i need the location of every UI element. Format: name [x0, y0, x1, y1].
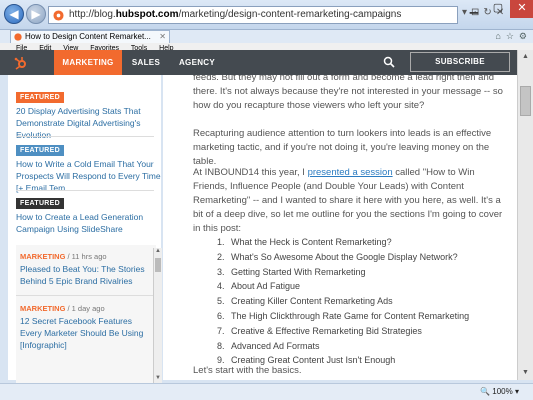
post-meta: MARKETING / 11 hrs ago — [20, 252, 152, 261]
browser-toolbar: ◀ ▶ http://blog.hubspot.com/marketing/de… — [0, 0, 533, 30]
article-body: feeds. But they may not fill out a form … — [163, 75, 517, 380]
featured-post-1[interactable]: FEATURED 20 Display Advertising Stats Th… — [16, 90, 161, 141]
url-domain: hubspot.com — [115, 9, 179, 20]
outline-text: Creating Killer Content Remarketing Ads — [231, 296, 393, 307]
outline-text: Creative & Effective Remarketing Bid Str… — [231, 325, 422, 336]
scroll-thumb[interactable] — [155, 258, 161, 272]
url-path: /marketing/design-content-remarketing-ca… — [178, 9, 402, 20]
outline-number: 2. — [217, 251, 225, 262]
presented-session-link[interactable]: presented a session — [308, 167, 393, 178]
close-tab-icon[interactable]: ✕ — [159, 31, 166, 43]
outline-item: 6. The High Clickthrough Rate Game for Co… — [217, 309, 507, 324]
outline-item: 1. What the Heck is Content Remarketing? — [217, 235, 507, 250]
outline-text: Advanced Ad Formats — [231, 340, 320, 351]
site-header: MARKETING SALES AGENCY SUBSCRIBE — [0, 50, 533, 75]
outline-item: 5. Creating Killer Content Remarketing Ad… — [217, 294, 507, 309]
recent-post-title[interactable]: Pleased to Beat You: The Stories Behind … — [20, 263, 150, 287]
minimize-button[interactable]: ▁ — [462, 0, 486, 18]
post-category[interactable]: MARKETING — [20, 304, 65, 313]
status-bar: 🔍 100% ▾ — [0, 383, 533, 400]
scroll-up-icon[interactable]: ▲ — [154, 248, 162, 256]
recent-post-2[interactable]: MARKETING / 1 day ago 12 Secret Facebook… — [16, 296, 156, 351]
post-meta: MARKETING / 1 day ago — [20, 304, 152, 313]
scroll-thumb[interactable] — [520, 86, 531, 116]
forward-button[interactable]: ▶ — [26, 4, 46, 24]
recent-post-title[interactable]: 12 Secret Facebook Features Every Market… — [20, 315, 150, 351]
closing-line: Let's start with the basics. — [193, 365, 302, 376]
search-icon[interactable] — [383, 56, 395, 68]
url-prefix: http://blog. — [69, 9, 116, 20]
outline-item: 8. Advanced Ad Formats — [217, 339, 507, 354]
outline-item: 4. About Ad Fatigue — [217, 279, 507, 294]
tab-active[interactable]: How to Design Content Remarket... ✕ — [10, 30, 170, 43]
nav-marketing[interactable]: MARKETING — [54, 50, 122, 75]
maximize-button[interactable]: ▢ — [486, 0, 510, 18]
favorites-star-icon[interactable]: ☆ — [506, 31, 514, 41]
hubspot-tab-icon — [14, 33, 22, 41]
featured-post-2[interactable]: FEATURED How to Write a Cold Email That … — [16, 143, 161, 194]
outline-number: 6. — [217, 310, 225, 321]
featured-post-title[interactable]: How to Create a Lead Generation Campaign… — [16, 211, 161, 235]
sidebar-scrollbar[interactable]: ▲ ▼ — [153, 248, 162, 383]
nav-agency[interactable]: AGENCY — [172, 50, 222, 75]
outline-number: 7. — [217, 325, 225, 336]
post-time: / 1 day ago — [65, 304, 105, 313]
outline-number: 5. — [217, 296, 225, 307]
outline-list: 1. What the Heck is Content Remarketing? 2… — [217, 235, 507, 368]
recent-post-1[interactable]: MARKETING / 11 hrs ago Pleased to Beat Y… — [16, 245, 156, 287]
tab-title: How to Design Content Remarket... — [25, 32, 151, 41]
paragraph-1: feeds. But they may not fill out a form … — [193, 75, 503, 111]
close-window-button[interactable]: ✕ — [510, 0, 533, 18]
divider — [16, 136, 154, 137]
outline-text: Getting Started With Remarketing — [231, 266, 366, 277]
outline-item: 3. Getting Started With Remarketing — [217, 265, 507, 280]
outline-number: 3. — [217, 266, 225, 277]
outline-text: What the Heck is Content Remarketing? — [231, 237, 392, 247]
outline-item: 7. Creative & Effective Remarketing Bid S… — [217, 324, 507, 339]
paragraph-2: Recapturing audience attention to turn l… — [193, 128, 492, 167]
divider — [16, 190, 154, 191]
home-icon[interactable]: ⌂ — [495, 31, 500, 41]
featured-post-3[interactable]: FEATURED How to Create a Lead Generation… — [16, 196, 161, 235]
outline-number: 4. — [217, 281, 225, 292]
hubspot-favicon-icon — [53, 10, 64, 21]
recent-posts-list: MARKETING / 11 hrs ago Pleased to Beat Y… — [16, 245, 156, 385]
nav-sales[interactable]: SALES — [128, 50, 164, 75]
featured-badge: FEATURED — [16, 198, 64, 209]
featured-badge: FEATURED — [16, 92, 64, 103]
tools-gear-icon[interactable]: ⚙ — [519, 31, 527, 41]
command-icons: ⌂ ☆ ⚙ — [490, 31, 527, 42]
post-category[interactable]: MARKETING — [20, 252, 65, 261]
page-scrollbar[interactable]: ▲ ▼ — [517, 50, 533, 380]
outline-number: 1. — [217, 237, 225, 247]
tab-bar: How to Design Content Remarket... ✕ ⌂ ☆ ⚙ — [0, 30, 533, 43]
hubspot-logo-icon[interactable] — [14, 56, 28, 70]
back-button[interactable]: ◀ — [4, 4, 24, 24]
scroll-up-icon[interactable]: ▲ — [518, 50, 533, 64]
outline-number: 8. — [217, 340, 225, 351]
address-bar[interactable]: http://blog.hubspot.com/marketing/design… — [48, 6, 458, 24]
paragraph-3-text: At INBOUND14 this year, I — [193, 167, 308, 178]
zoom-level[interactable]: 🔍 100% ▾ — [480, 387, 519, 396]
outline-text: About Ad Fatigue — [231, 281, 301, 292]
outline-text: What's So Awesome About the Google Displ… — [231, 251, 458, 262]
post-time: / 11 hrs ago — [65, 252, 107, 261]
featured-post-title[interactable]: How to Write a Cold Email That Your Pros… — [16, 158, 161, 194]
featured-badge: FEATURED — [16, 145, 64, 156]
outline-text: The High Clickthrough Rate Game for Cont… — [231, 310, 470, 321]
scroll-down-icon[interactable]: ▼ — [518, 366, 533, 380]
subscribe-button[interactable]: SUBSCRIBE — [410, 52, 510, 72]
paragraph-3: At INBOUND14 this year, I presented a se… — [193, 166, 511, 236]
scroll-down-icon[interactable]: ▼ — [154, 375, 162, 383]
zoom-value: 100% — [492, 387, 513, 396]
outline-item: 2. What's So Awesome About the Google Dis… — [217, 250, 507, 265]
